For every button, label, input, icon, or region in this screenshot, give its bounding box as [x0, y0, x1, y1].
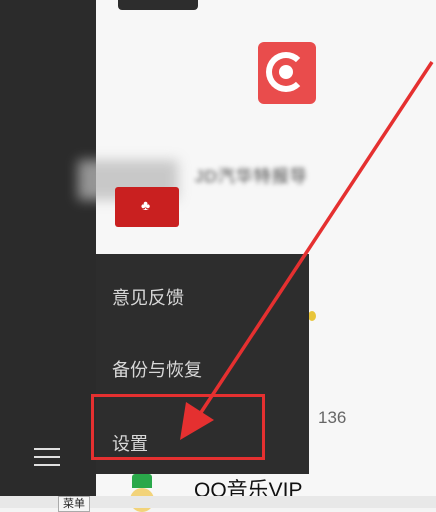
arrow-head: [180, 402, 214, 440]
annotation-arrow: [180, 61, 434, 440]
arrow-shaft: [194, 61, 434, 421]
